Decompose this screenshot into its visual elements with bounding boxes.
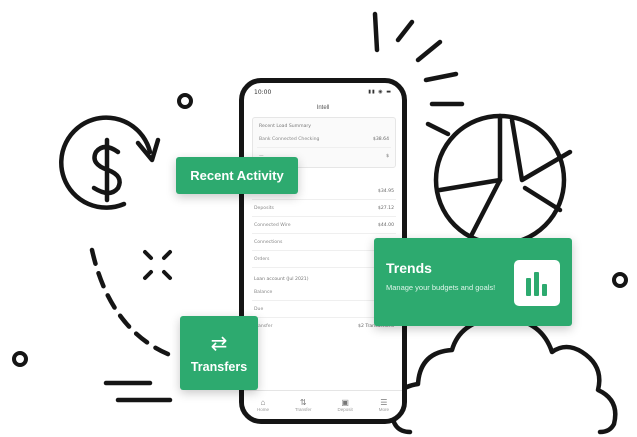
row-label: Orders [254, 256, 270, 262]
list-item[interactable]: Connected Wire $44.00 [252, 217, 396, 234]
tab-transfer[interactable]: ⇅ Transfer [295, 398, 312, 412]
small-circle-top [177, 93, 193, 109]
row-label: Deposits [254, 205, 274, 211]
dashed-arc [89, 247, 173, 358]
trends-callout: Trends Manage your budgets and goals! [374, 238, 572, 326]
transfer-icon: ⇅ [299, 398, 307, 407]
row-amount: $38.64 [372, 136, 389, 142]
transfers-callout: ⇄ Transfers [180, 316, 258, 390]
summary-heading: Recent Load Summary [259, 124, 312, 129]
dollar-cycle-icon [59, 115, 161, 210]
row-label: Connections [254, 239, 283, 245]
trends-title: Trends [386, 260, 432, 276]
tab-deposit[interactable]: ▣ Deposit [337, 398, 352, 412]
list-item[interactable]: Deposits $27.12 [252, 200, 396, 217]
transfers-label: Transfers [190, 360, 248, 374]
status-bar: 10:00 ▮▮ ◉ ▬ [254, 89, 392, 99]
row-label: Connected Wire [254, 222, 291, 228]
row-amount: $27.12 [377, 205, 394, 211]
signal-battery-icon: ▮▮ ◉ ▬ [368, 89, 392, 95]
tab-label: More [378, 407, 389, 412]
menu-icon: ☰ [380, 398, 388, 407]
row-amount: $ [386, 153, 389, 159]
spark-icon [143, 250, 172, 280]
row-label: Balance [254, 289, 273, 295]
cloud-icon [389, 315, 618, 435]
bar-chart-icon [514, 260, 560, 306]
tab-label: Transfer [294, 407, 312, 412]
row-amount: $44.00 [377, 222, 394, 228]
tab-home[interactable]: ⌂ Home [257, 398, 269, 412]
phone-screen-title: Intell [316, 105, 330, 111]
tab-label: Home [256, 407, 269, 412]
trends-subtitle: Manage your budgets and goals! [386, 283, 496, 292]
tab-bar: ⌂ Home ⇅ Transfer ▣ Deposit ☰ More [244, 390, 402, 419]
recent-activity-label: Recent Activity [190, 168, 284, 183]
transfer-arrows-icon: ⇄ [210, 331, 228, 355]
home-icon: ⌂ [260, 398, 266, 407]
small-circle-right [612, 272, 628, 288]
pie-chart-icon [433, 113, 573, 247]
deposit-icon: ▣ [341, 398, 349, 407]
tab-label: Deposit [337, 407, 353, 412]
recent-activity-callout: Recent Activity [176, 157, 298, 194]
row-label: Bank Connected Checking [259, 136, 320, 142]
row-amount: $34.95 [377, 188, 394, 194]
small-circle-left [12, 351, 28, 367]
summary-row[interactable]: Bank Connected Checking $38.64 [257, 131, 391, 148]
row-label: Due [254, 306, 264, 312]
status-time: 10:00 [254, 89, 272, 96]
tab-more[interactable]: ☰ More [379, 398, 389, 412]
